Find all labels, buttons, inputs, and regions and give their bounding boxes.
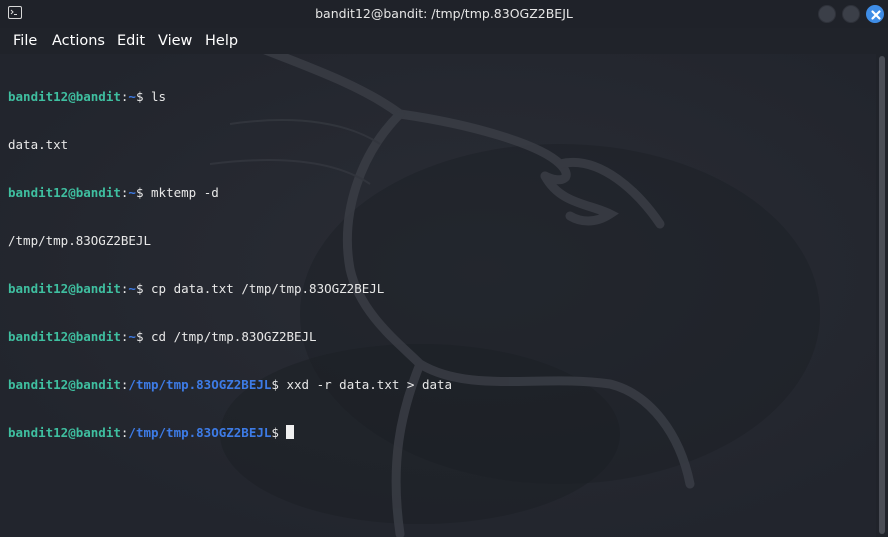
terminal-line: bandit12@bandit:/tmp/tmp.83OGZ2BEJL$ xxd…: [8, 377, 453, 392]
vertical-scrollbar[interactable]: [876, 54, 888, 537]
command-text: cd /tmp/tmp.83OGZ2BEJL: [151, 329, 317, 344]
menu-actions[interactable]: Actions: [52, 31, 105, 51]
prompt-user: bandit12@bandit: [8, 185, 121, 200]
menu-help[interactable]: Help: [205, 31, 238, 51]
scrollbar-thumb[interactable]: [879, 56, 885, 534]
prompt-user: bandit12@bandit: [8, 89, 121, 104]
prompt-user: bandit12@bandit: [8, 281, 121, 296]
prompt-path: /tmp/tmp.83OGZ2BEJL: [128, 377, 272, 392]
terminal-line: bandit12@bandit:~$ ls: [8, 89, 167, 104]
window-title: bandit12@bandit: /tmp/tmp.83OGZ2BEJL: [315, 6, 573, 21]
command-text: mktemp -d: [151, 185, 219, 200]
maximize-button[interactable]: [842, 5, 860, 23]
prompt-path: /tmp/tmp.83OGZ2BEJL: [128, 425, 272, 440]
prompt-path: ~: [128, 185, 136, 200]
output-text: /tmp/tmp.83OGZ2BEJL: [8, 233, 151, 248]
command-text: xxd -r data.txt > data: [286, 377, 453, 392]
menu-edit[interactable]: Edit: [117, 31, 145, 51]
prompt-user: bandit12@bandit: [8, 425, 121, 440]
title-bar[interactable]: bandit12@bandit: /tmp/tmp.83OGZ2BEJL: [0, 0, 888, 28]
terminal-line: bandit12@bandit:~$ cd /tmp/tmp.83OGZ2BEJ…: [8, 329, 317, 344]
terminal-line: bandit12@bandit:~$ mktemp -d: [8, 185, 219, 200]
close-button[interactable]: [866, 5, 884, 23]
prompt-user: bandit12@bandit: [8, 329, 121, 344]
command-text: ls: [151, 89, 167, 104]
terminal-output: bandit12@bandit:~$ ls data.txt bandit12@…: [8, 57, 452, 473]
close-icon: [871, 10, 881, 20]
output-text: data.txt: [8, 137, 69, 152]
terminal-line: data.txt: [8, 137, 452, 153]
prompt-path: ~: [128, 329, 136, 344]
menu-view[interactable]: View: [158, 31, 192, 51]
terminal-line: /tmp/tmp.83OGZ2BEJL: [8, 233, 452, 249]
prompt-path: ~: [128, 89, 136, 104]
menu-bar: File Actions Edit View Help: [0, 28, 888, 54]
prompt-user: bandit12@bandit: [8, 377, 121, 392]
prompt-path: ~: [128, 281, 136, 296]
command-text: cp data.txt /tmp/tmp.83OGZ2BEJL: [151, 281, 385, 296]
minimize-button[interactable]: [818, 5, 836, 23]
terminal-window: bandit12@bandit: /tmp/tmp.83OGZ2BEJL Fil…: [0, 0, 888, 537]
menu-file[interactable]: File: [13, 31, 37, 51]
terminal-line: bandit12@bandit:~$ cp data.txt /tmp/tmp.…: [8, 281, 385, 296]
text-cursor: [286, 425, 295, 439]
terminal-line: bandit12@bandit:/tmp/tmp.83OGZ2BEJL$: [8, 425, 452, 441]
terminal-area[interactable]: bandit12@bandit:~$ ls data.txt bandit12@…: [0, 54, 876, 537]
